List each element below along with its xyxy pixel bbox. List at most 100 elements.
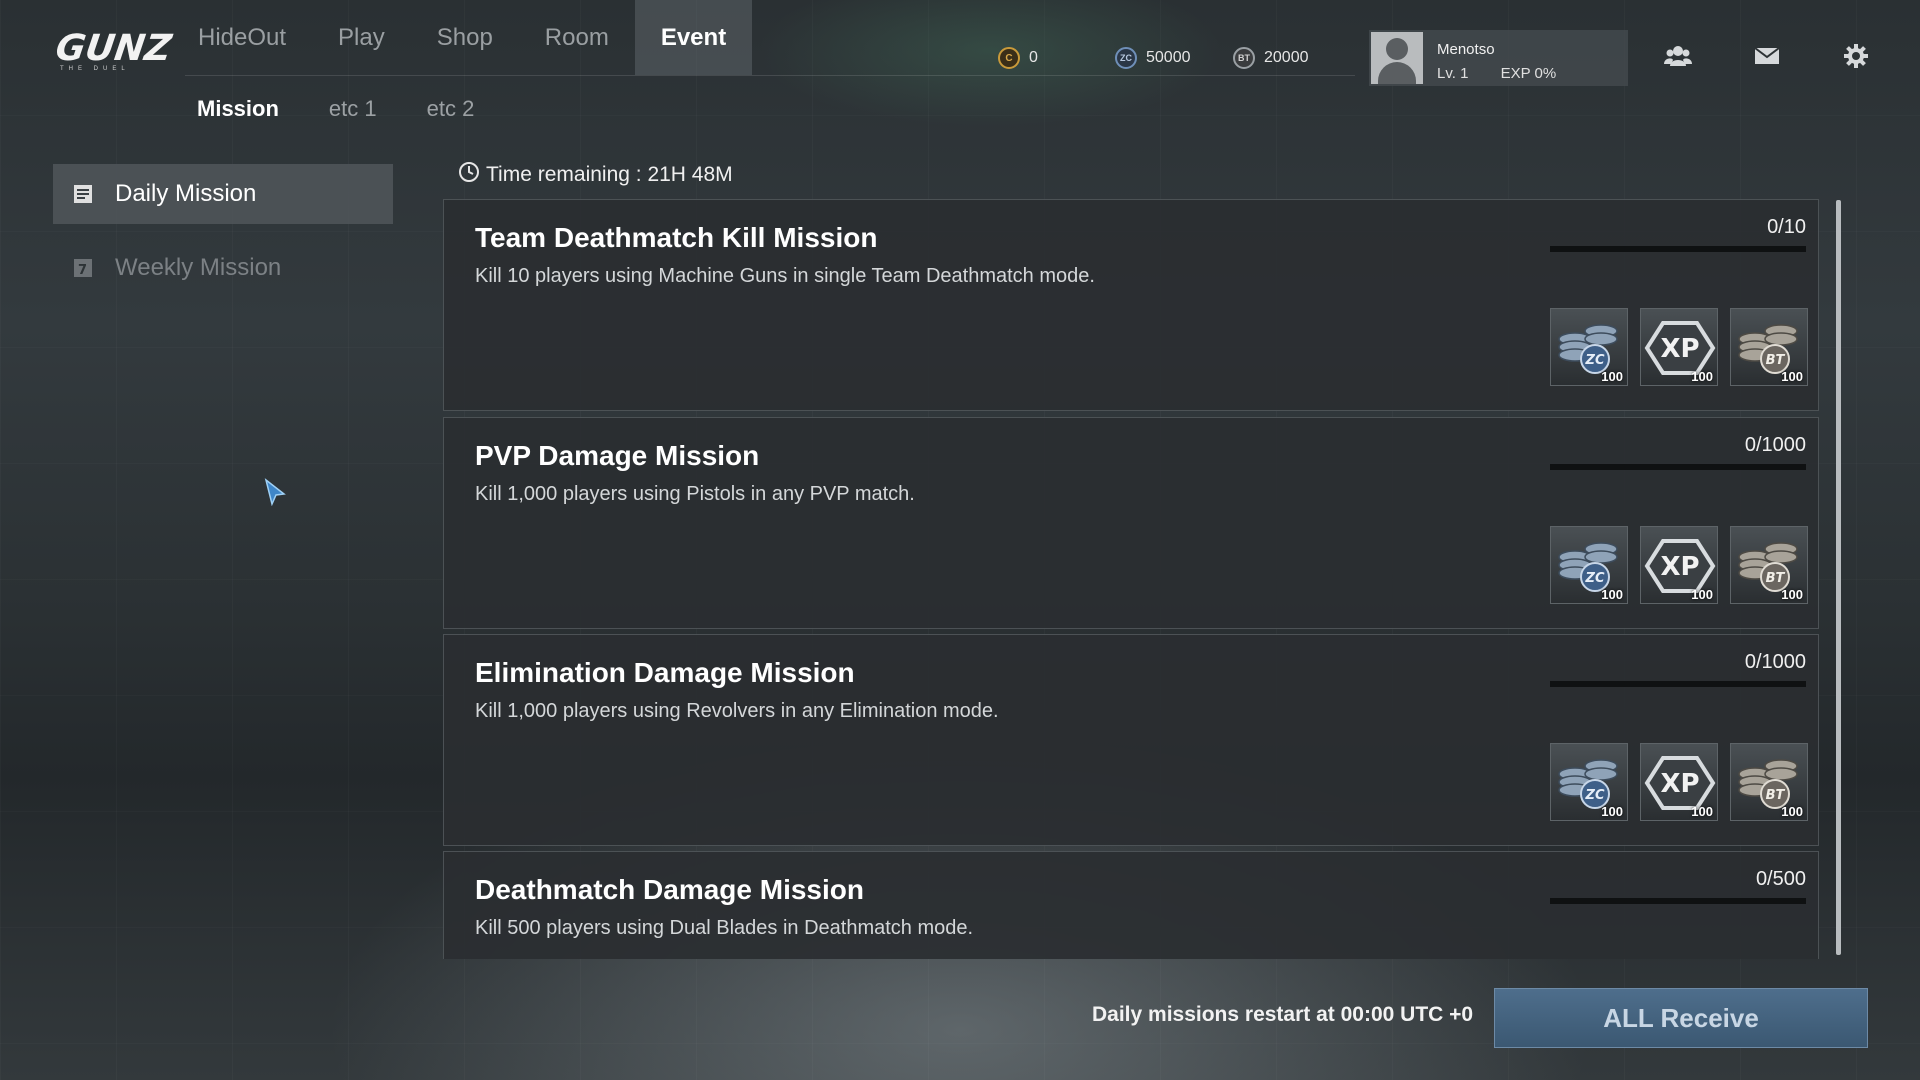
subtab-mission[interactable]: Mission (172, 96, 304, 122)
nav-divider (185, 75, 1355, 76)
mission-title: Deathmatch Damage Mission (475, 874, 864, 905)
settings-gear-icon[interactable] (1841, 43, 1871, 69)
logo-text: GUNZ (53, 28, 174, 69)
xp-reward-icon[interactable]: XP 100 (1640, 308, 1718, 386)
mail-icon[interactable] (1752, 43, 1782, 69)
tab-event[interactable]: Event (634, 0, 753, 75)
mission-card: PVP Damage Mission Kill 1,000 players us… (443, 417, 1819, 629)
mission-progress-text: 0/1000 (1744, 651, 1806, 673)
mission-progress-text: 0/10 (1767, 216, 1806, 238)
sidebar-daily-label: Daily Mission (115, 180, 257, 207)
time-remaining-text: Time remaining : 21H 48M (486, 163, 733, 186)
mission-progress-bar (1550, 681, 1806, 687)
player-exp: EXP 0% (1500, 65, 1557, 82)
svg-text:ZC: ZC (1585, 571, 1605, 586)
currency-zc-value: 50000 (1146, 49, 1191, 66)
svg-text:ZC: ZC (1585, 788, 1605, 803)
tab-event-label: Event (660, 23, 727, 51)
all-receive-button[interactable]: ALL Receive (1494, 988, 1868, 1048)
reward-quantity: 100 (1781, 587, 1803, 602)
sidebar-item-daily-mission[interactable]: Daily Mission (53, 164, 393, 224)
game-logo: GUNZ THE DUEL (53, 28, 174, 76)
subtab-etc2[interactable]: etc 2 (402, 96, 500, 122)
mission-description: Kill 500 players using Dual Blades in De… (475, 917, 974, 939)
profile-stats: Lv. 1 EXP 0% (1437, 62, 1556, 86)
mission-progress-text: 0/1000 (1744, 434, 1806, 456)
reward-quantity: 100 (1691, 587, 1713, 602)
mouse-cursor-icon (264, 478, 286, 511)
daily-calendar-icon (71, 182, 95, 206)
tab-room[interactable]: Room (519, 0, 635, 75)
c-coin-icon: C (998, 47, 1020, 69)
reward-quantity: 100 (1601, 369, 1623, 384)
sub-tabs: Mission etc 1 etc 2 (172, 96, 499, 122)
zc-coin-icon: ZC (1115, 47, 1137, 69)
player-level: Lv. 1 (1437, 65, 1469, 82)
mission-card: Deathmatch Damage Mission Kill 500 playe… (443, 851, 1819, 959)
xp-text: XP (1660, 334, 1699, 364)
logo-subtitle: THE DUEL (60, 66, 130, 72)
friends-icon[interactable] (1663, 43, 1693, 69)
mission-progress-text: 0/500 (1755, 868, 1806, 890)
avatar (1371, 32, 1423, 84)
mission-rewards: ZC 100 XP 100 BT 100 (1550, 743, 1808, 821)
mission-list: Team Deathmatch Kill Mission Kill 10 pla… (443, 199, 1819, 959)
currency-bt: BT 20000 (1233, 47, 1309, 69)
tab-hideout[interactable]: HideOut (172, 0, 312, 75)
svg-text:7: 7 (78, 263, 87, 278)
bt-coin-icon: BT (1233, 47, 1255, 69)
mission-title: Team Deathmatch Kill Mission (475, 222, 878, 253)
xp-reward-icon[interactable]: XP 100 (1640, 526, 1718, 604)
tab-play-label: Play (338, 23, 385, 51)
sidebar-weekly-label: Weekly Mission (115, 254, 282, 281)
xp-reward-icon[interactable]: XP 100 (1640, 743, 1718, 821)
weekly-calendar-icon: 7 (71, 256, 95, 280)
reward-quantity: 100 (1601, 804, 1623, 819)
top-bar: GUNZ THE DUEL HideOut Play Shop Room Eve… (0, 0, 1920, 86)
time-remaining: Time remaining : 21H 48M (458, 161, 733, 189)
zc-coins-reward-icon[interactable]: ZC 100 (1550, 743, 1628, 821)
subtab-etc1[interactable]: etc 1 (304, 96, 402, 122)
mission-progress-bar (1550, 464, 1806, 470)
svg-text:ZC: ZC (1585, 353, 1605, 368)
xp-text: XP (1660, 769, 1699, 799)
mission-rewards: ZC 100 XP 100 BT 100 (1550, 308, 1808, 386)
currency-c: C 0 (998, 47, 1038, 69)
zc-coins-reward-icon[interactable]: ZC 100 (1550, 308, 1628, 386)
reward-quantity: 100 (1781, 804, 1803, 819)
tab-shop[interactable]: Shop (411, 0, 519, 75)
restart-note: Daily missions restart at 00:00 UTC +0 (1092, 1003, 1474, 1026)
profile-info: Menotso Lv. 1 EXP 0% (1425, 30, 1556, 86)
mission-description: Kill 10 players using Machine Guns in si… (475, 265, 1095, 287)
reward-quantity: 100 (1601, 587, 1623, 602)
zc-coins-reward-icon[interactable]: ZC 100 (1550, 526, 1628, 604)
reward-quantity: 100 (1691, 369, 1713, 384)
bt-coins-reward-icon[interactable]: BT 100 (1730, 526, 1808, 604)
currency-zc: ZC 50000 (1115, 47, 1191, 69)
svg-text:BT: BT (1766, 353, 1786, 368)
tab-play[interactable]: Play (312, 0, 411, 75)
player-name: Menotso (1437, 41, 1495, 58)
svg-text:BT: BT (1766, 571, 1786, 586)
tab-shop-label: Shop (436, 23, 493, 51)
tab-hideout-label: HideOut (198, 23, 287, 51)
main-nav: HideOut Play Shop Room Event (172, 0, 753, 75)
bt-coins-reward-icon[interactable]: BT 100 (1730, 308, 1808, 386)
mission-card: Team Deathmatch Kill Mission Kill 10 pla… (443, 199, 1819, 411)
player-profile[interactable]: Menotso Lv. 1 EXP 0% (1369, 30, 1628, 86)
sidebar-item-weekly-mission[interactable]: 7 Weekly Mission (53, 238, 393, 298)
mission-card: Elimination Damage Mission Kill 1,000 pl… (443, 634, 1819, 846)
reward-quantity: 100 (1691, 804, 1713, 819)
bt-coins-reward-icon[interactable]: BT 100 (1730, 743, 1808, 821)
svg-text:BT: BT (1766, 788, 1786, 803)
tab-room-label: Room (544, 23, 609, 51)
mission-progress-bar (1550, 898, 1806, 904)
mission-list-scrollbar[interactable] (1836, 200, 1841, 955)
mission-description: Kill 1,000 players using Pistols in any … (475, 483, 915, 505)
xp-text: XP (1660, 552, 1699, 582)
currency-c-value: 0 (1029, 49, 1038, 66)
reward-quantity: 100 (1781, 369, 1803, 384)
mission-description: Kill 1,000 players using Revolvers in an… (475, 700, 999, 722)
mission-rewards: ZC 100 XP 100 BT 100 (1550, 526, 1808, 604)
currency-bt-value: 20000 (1264, 49, 1309, 66)
